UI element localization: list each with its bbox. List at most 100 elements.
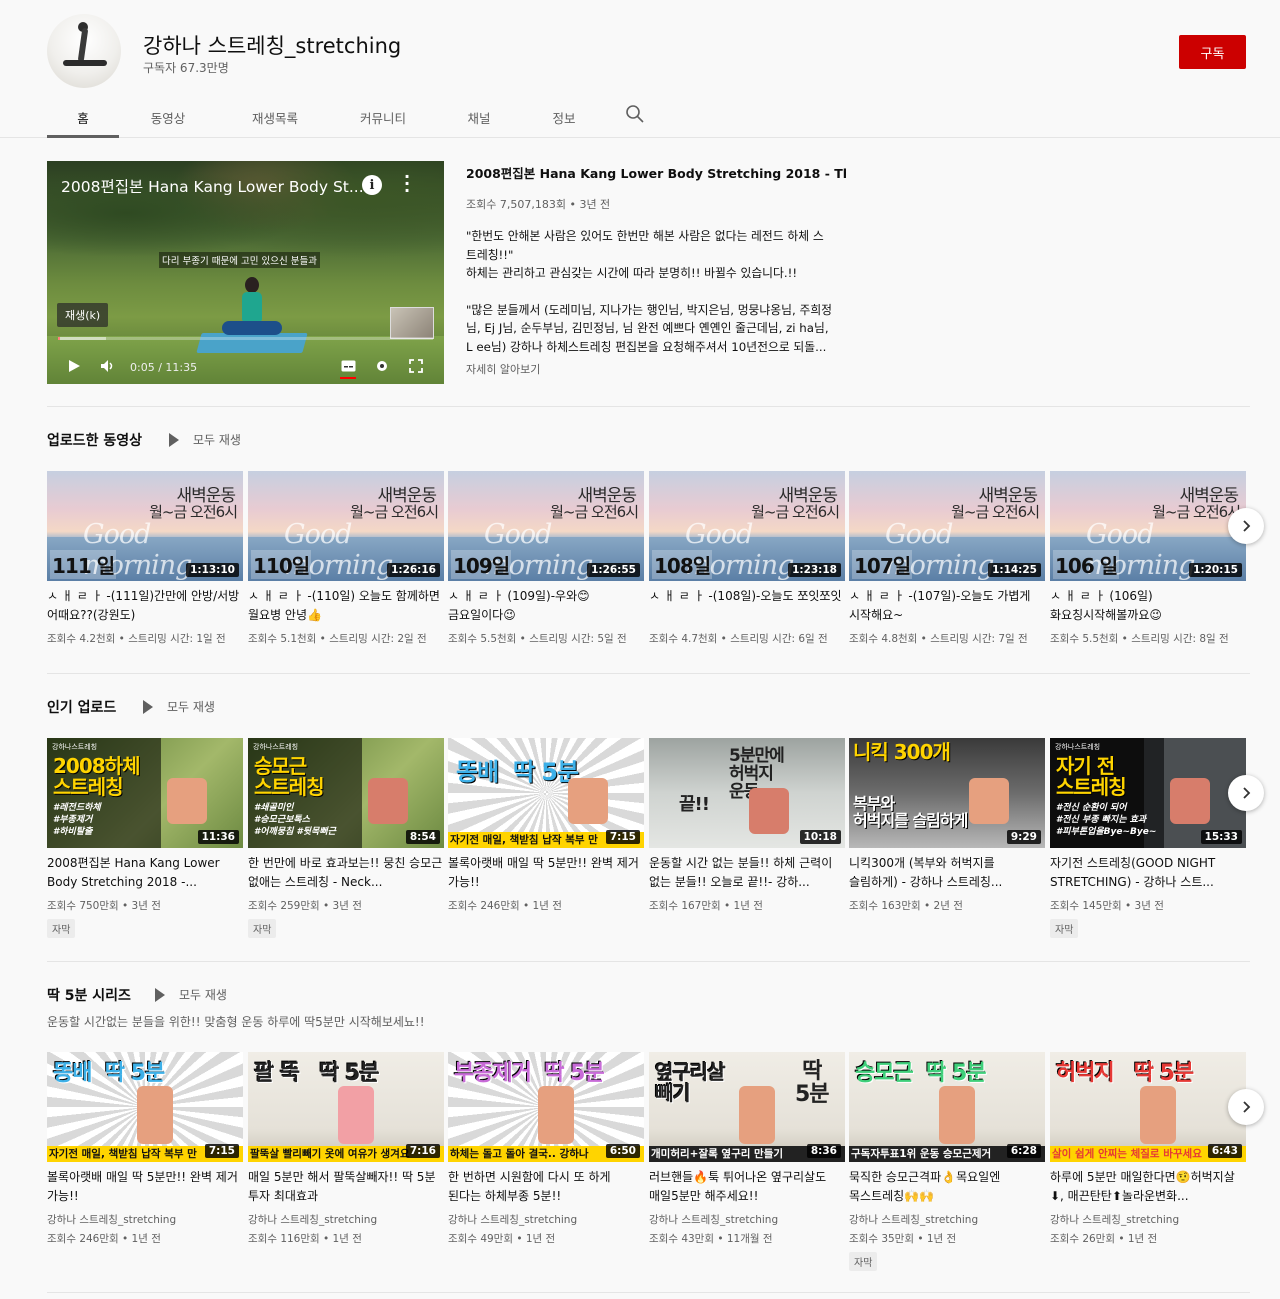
video-title[interactable]: ㅅ ㅐ ㄹ ㅏ -(111일)간만에 안방/서방 어때요??(강원도) [47, 587, 243, 625]
video-meta: 조회수 246만회 • 1년 전 [448, 900, 562, 912]
more-vert-icon[interactable]: · · · [404, 169, 410, 199]
video-title[interactable]: 한 번만에 바로 효과보는!! 뭉친 승모근 없애는 스트레칭 - Neck..… [248, 854, 444, 892]
video-thumbnail[interactable]: 똥배 딱 5분 자기전 매일, 책받침 납작 복부 만 7:15 [448, 738, 644, 848]
video-title[interactable]: 니킥300개 (복부와 허벅지를 슬림하게) - 강하나 스트레칭... [849, 854, 1045, 892]
video-meta: 조회수 163만회 • 2년 전 [849, 900, 963, 912]
channel-header: 강하나 스트레칭_stretching 구독자 67.3만명 구독 홈 동영상 … [0, 0, 1280, 138]
video-thumbnail[interactable]: 강하나스트레칭 자기 전 스트레칭 #전신 순환이 되어 #전신 부종 빠지는 효과… [1050, 738, 1246, 848]
video-thumbnail[interactable]: 허벅지 딱 5분 살이 쉽게 안찌는 체질로 바꾸세요 6:43 [1050, 1052, 1246, 1162]
section-title-popular[interactable]: 인기 업로드 [47, 697, 116, 717]
video-thumbnail[interactable]: 승모근 딱 5분 구독자투표1위 운동 승모근제거 6:28 [849, 1052, 1045, 1162]
play-icon [143, 699, 153, 714]
duration-badge: 1:26:55 [587, 563, 640, 577]
video-thumbnail[interactable]: 부종제거 딱 5분 하체는 돌고 돌아 결국.. 강하나 6:50 [448, 1052, 644, 1162]
fullscreen-icon[interactable] [409, 359, 423, 373]
video-card[interactable]: 팔 뚝 딱 5분 팔뚝살 빨리빼기 옷에 여유가 생겨요 7:16 매일 5분만 해서… [248, 1052, 444, 1246]
play-icon[interactable] [67, 359, 81, 373]
video-card[interactable]: 강하나스트레칭 2008하체 스트레칭 #레전드하체 #부종제거 #하비탈출 11:3… [47, 738, 243, 938]
video-title[interactable]: ㅅ ㅐ ㄹ ㅏ -(108일)-오늘도 쪼잇쪼잇 [649, 587, 845, 625]
play-all-uploads[interactable]: 모두 재생 [169, 431, 241, 448]
subscribe-button[interactable]: 구독 [1179, 35, 1246, 69]
video-card[interactable]: 5분만에 허벅지 운동 끝!! 10:18 운동할 시간 없는 분들!! 하체 근력이… [649, 738, 845, 913]
play-all-popular[interactable]: 모두 재생 [143, 698, 215, 715]
video-title[interactable]: 2008편집본 Hana Kang Lower Body Stretching … [47, 854, 243, 892]
video-card[interactable]: 새벽운동 월~금 오전6시 Good morning 109일 1:26:55 ㅅ ㅐ ㄹ… [448, 471, 644, 646]
video-title[interactable]: 운동할 시간 없는 분들!! 하체 근력이 없는 분들!! 오늘로 끝!!- 강… [649, 854, 845, 892]
video-thumbnail[interactable]: 새벽운동 월~금 오전6시 Good morning 108일 1:23:18 [649, 471, 845, 581]
tab-playlists[interactable]: 재생목록 [220, 96, 330, 138]
play-all-five-min[interactable]: 모두 재생 [155, 986, 227, 1003]
info-icon[interactable]: i [362, 175, 382, 195]
video-title[interactable]: 하루에 5분만 매일한다면🤨허벅지살⬇, 매끈탄탄⬆놀라운변화... [1050, 1168, 1246, 1206]
video-card[interactable]: 니킥 300개 복부와 허벅지를 슬림하게 9:29 니킥300개 (복부와 허벅지를… [849, 738, 1045, 913]
instructor-figure [749, 788, 789, 834]
video-card[interactable]: 똥배 딱 5분 자기전 매일, 책받침 납작 복부 만 7:15 볼록아랫배 매일 딱… [47, 1052, 243, 1246]
player-title[interactable]: 2008편집본 Hana Kang Lower Body St... [61, 175, 364, 197]
tab-community[interactable]: 커뮤니티 [332, 96, 434, 138]
channel-name-link[interactable]: 강하나 스트레칭_stretching [649, 1212, 845, 1227]
time-display: 0:05 / 11:35 [130, 361, 198, 374]
channel-name-link[interactable]: 강하나 스트레칭_stretching [448, 1212, 644, 1227]
video-card[interactable]: 허벅지 딱 5분 살이 쉽게 안찌는 체질로 바꾸세요 6:43 하루에 5분만 매일… [1050, 1052, 1246, 1246]
video-card[interactable]: 옆구리살 빼기 딱 5분 개미허리+잘록 옆구리 만들기 8:36 러브핸들🔥툭 튀어나… [649, 1052, 845, 1246]
video-card[interactable]: 새벽운동 월~금 오전6시 Good morning 111 일 1:13:10 ㅅ ㅐ … [47, 471, 243, 646]
tab-videos[interactable]: 동영상 [121, 96, 215, 138]
channel-name-link[interactable]: 강하나 스트레칭_stretching [1050, 1212, 1246, 1227]
end-screen-thumbnail[interactable] [390, 307, 434, 339]
video-title[interactable]: ㅅ ㅐ ㄹ ㅏ -(110일) 오늘도 함께하면 월요병 안녕👍 [248, 587, 444, 625]
channel-name-link[interactable]: 강하나 스트레칭_stretching [248, 1212, 444, 1227]
shelf-next-button[interactable] [1228, 1089, 1264, 1125]
video-thumbnail[interactable]: 새벽운동 월~금 오전6시 Good morning 106 일 1:20:15 [1050, 471, 1246, 581]
read-more-link[interactable]: 자세히 알아보기 [466, 361, 540, 377]
video-thumbnail[interactable]: 강하나스트레칭 승모근 스트레칭 #쇄골미인 #승모근보톡스 #어깨뭉침 #뒷목뻐근… [248, 738, 444, 848]
video-thumbnail[interactable]: 새벽운동 월~금 오전6시 Good morning 107일 1:14:25 [849, 471, 1045, 581]
video-thumbnail[interactable]: 새벽운동 월~금 오전6시 Good morning 111 일 1:13:10 [47, 471, 243, 581]
video-card[interactable]: 새벽운동 월~금 오전6시 Good morning 108일 1:23:18 ㅅ ㅐ ㄹ… [649, 471, 845, 646]
video-thumbnail[interactable]: 강하나스트레칭 2008하체 스트레칭 #레전드하체 #부종제거 #하비탈출 11:3… [47, 738, 243, 848]
shelf-next-button[interactable] [1228, 508, 1264, 544]
video-card[interactable]: 강하나스트레칭 자기 전 스트레칭 #전신 순환이 되어 #전신 부종 빠지는 효과… [1050, 738, 1246, 938]
video-thumbnail[interactable]: 새벽운동 월~금 오전6시 Good morning 109일 1:26:55 [448, 471, 644, 581]
tab-channels[interactable]: 채널 [436, 96, 522, 138]
video-card[interactable]: 새벽운동 월~금 오전6시 Good morning 106 일 1:20:15 ㅅ ㅐ … [1050, 471, 1246, 646]
video-title[interactable]: 볼록아랫배 매일 딱 5분만!! 완벽 제거 가능!! [47, 1168, 243, 1206]
video-title[interactable]: ㅅ ㅐ ㄹ ㅏ (106일) 화요칭시작해볼까요😉 [1050, 587, 1246, 625]
video-card[interactable]: 똥배 딱 5분 자기전 매일, 책받침 납작 복부 만 7:15 볼록아랫배 매일 딱… [448, 738, 644, 913]
video-title[interactable]: 한 번하면 시원함에 다시 또 하게 된다는 하체부종 5분!! [448, 1168, 644, 1206]
video-title[interactable]: 볼록아랫배 매일 딱 5분만!! 완벽 제거 가능!! [448, 854, 644, 892]
video-thumbnail[interactable]: 팔 뚝 딱 5분 팔뚝살 빨리빼기 옷에 여유가 생겨요 7:16 [248, 1052, 444, 1162]
video-card[interactable]: 승모근 딱 5분 구독자투표1위 운동 승모근제거 6:28 묵직한 승모근격파👌목요… [849, 1052, 1045, 1271]
video-thumbnail[interactable]: 니킥 300개 복부와 허벅지를 슬림하게 9:29 [849, 738, 1045, 848]
tab-about[interactable]: 정보 [524, 96, 604, 138]
video-meta: 조회수 5.5천회 • 스트리밍 시간: 5일 전 [448, 633, 627, 645]
shelf-next-button[interactable] [1228, 775, 1264, 811]
video-title[interactable]: ㅅ ㅐ ㄹ ㅏ (109일)-우와😊금요일이다😉 [448, 587, 644, 625]
video-title[interactable]: ㅅ ㅐ ㄹ ㅏ -(107일)-오늘도 가볍게 시작해요~ [849, 587, 1045, 625]
video-title[interactable]: 자기전 스트레칭(GOOD NIGHT STRETCHING) - 강하나 스트… [1050, 854, 1246, 892]
video-thumbnail[interactable]: 5분만에 허벅지 운동 끝!! 10:18 [649, 738, 845, 848]
channel-avatar[interactable] [47, 14, 121, 88]
section-title-five-min[interactable]: 딱 5분 시리즈 [47, 985, 131, 1005]
featured-video-player[interactable]: 2008편집본 Hana Kang Lower Body St... i · · ·… [47, 161, 444, 384]
volume-icon[interactable] [100, 359, 116, 373]
video-card[interactable]: 새벽운동 월~금 오전6시 Good morning 107일 1:14:25 ㅅ ㅐ ㄹ… [849, 471, 1045, 646]
video-card[interactable]: 새벽운동 월~금 오전6시 Good morning 110일 1:26:16 ㅅ ㅐ ㄹ… [248, 471, 444, 646]
video-title[interactable]: 매일 5분만 해서 팔뚝살빼자!! 딱 5분 투자 최대효과 [248, 1168, 444, 1206]
video-card[interactable]: 부종제거 딱 5분 하체는 돌고 돌아 결국.. 강하나 6:50 한 번하면 시원… [448, 1052, 644, 1246]
channel-name-link[interactable]: 강하나 스트레칭_stretching [47, 1212, 243, 1227]
search-icon[interactable] [625, 104, 647, 126]
captions-icon[interactable] [341, 360, 356, 372]
channel-name-link[interactable]: 강하나 스트레칭_stretching [849, 1212, 1045, 1227]
channel-tabs: 홈 동영상 재생목록 커뮤니티 채널 정보 [47, 96, 604, 138]
progress-bar[interactable] [58, 337, 433, 340]
settings-gear-icon[interactable] [375, 359, 389, 373]
tab-home[interactable]: 홈 [47, 96, 119, 138]
video-thumbnail[interactable]: 똥배 딱 5분 자기전 매일, 책받침 납작 복부 만 7:15 [47, 1052, 243, 1162]
section-title-uploads[interactable]: 업로드한 동영상 [47, 430, 142, 450]
featured-title[interactable]: 2008편집본 Hana Kang Lower Body Stretching … [466, 163, 846, 182]
video-title[interactable]: 묵직한 승모근격파👌목요일엔 목스트레칭🙌🙌 [849, 1168, 1045, 1206]
video-thumbnail[interactable]: 새벽운동 월~금 오전6시 Good morning 110일 1:26:16 [248, 471, 444, 581]
video-title[interactable]: 러브핸들🔥툭 튀어나온 옆구리살도 매일5분만 해주세요!! [649, 1168, 845, 1206]
video-card[interactable]: 강하나스트레칭 승모근 스트레칭 #쇄골미인 #승모근보톡스 #어깨뭉침 #뒷목뻐근… [248, 738, 444, 938]
video-thumbnail[interactable]: 옆구리살 빼기 딱 5분 개미허리+잘록 옆구리 만들기 8:36 [649, 1052, 845, 1162]
